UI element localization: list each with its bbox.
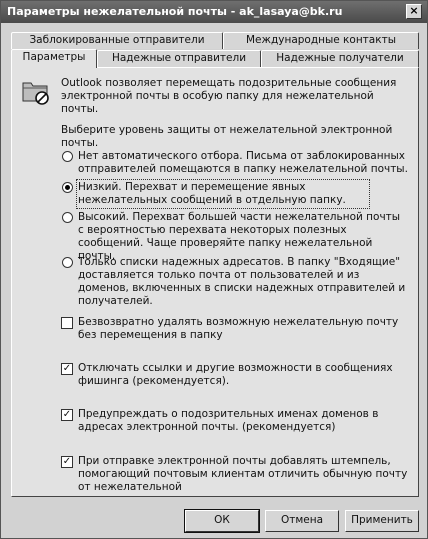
radio-safe-lists-only[interactable] — [62, 257, 73, 268]
permanently-delete-label: Безвозвратно удалять возможную нежелател… — [78, 316, 399, 341]
close-button[interactable]: × — [406, 4, 422, 19]
add-postmark-checkbox[interactable]: ✓ — [61, 456, 73, 468]
warn-suspicious-domains-label: Предупреждать о подозрительных именах до… — [78, 408, 379, 433]
radio-low[interactable] — [62, 182, 73, 193]
title-bar[interactable]: Параметры нежелательной почты - ak_lasay… — [1, 1, 427, 23]
tab-blocked-senders[interactable]: Заблокированные отправители — [11, 32, 223, 49]
radio-no-filtering[interactable] — [62, 151, 73, 162]
tab-options[interactable]: Параметры — [11, 49, 97, 68]
radio-high[interactable] — [62, 212, 73, 223]
junk-folder-icon — [22, 82, 49, 105]
warn-suspicious-domains-checkbox[interactable]: ✓ — [61, 409, 73, 421]
apply-button[interactable]: Применить — [345, 510, 419, 532]
tab-safe-recipients[interactable]: Надежные получатели — [261, 50, 419, 67]
tab-international[interactable]: Международные контакты — [223, 32, 419, 49]
radio-safe-lists-only-label: Только списки надежных адресатов. В папк… — [78, 256, 406, 307]
disable-phishing-links-checkbox[interactable]: ✓ — [61, 363, 73, 375]
radio-no-filtering-label: Нет автоматического отбора. Письма от за… — [78, 150, 408, 175]
cancel-button[interactable]: Отмена — [265, 510, 339, 532]
window-title: Параметры нежелательной почты - ak_lasay… — [7, 5, 343, 18]
disable-phishing-links-label: Отключать ссылки и другие возможности в … — [78, 362, 393, 387]
protection-level-prompt: Выберите уровень защиты от нежелательной… — [61, 124, 393, 149]
intro-text: Outlook позволяет перемещать подозритель… — [61, 77, 397, 115]
radio-low-label: Низкий. Перехват и перемещение явных неж… — [76, 179, 370, 209]
tab-safe-senders[interactable]: Надежные отправители — [97, 50, 261, 67]
permanently-delete-checkbox[interactable] — [61, 317, 73, 329]
junk-mail-options-dialog: Параметры нежелательной почты - ak_lasay… — [0, 0, 428, 539]
ok-button[interactable]: ОК — [184, 509, 260, 533]
add-postmark-label: При отправке электронной почты добавлять… — [78, 455, 408, 493]
